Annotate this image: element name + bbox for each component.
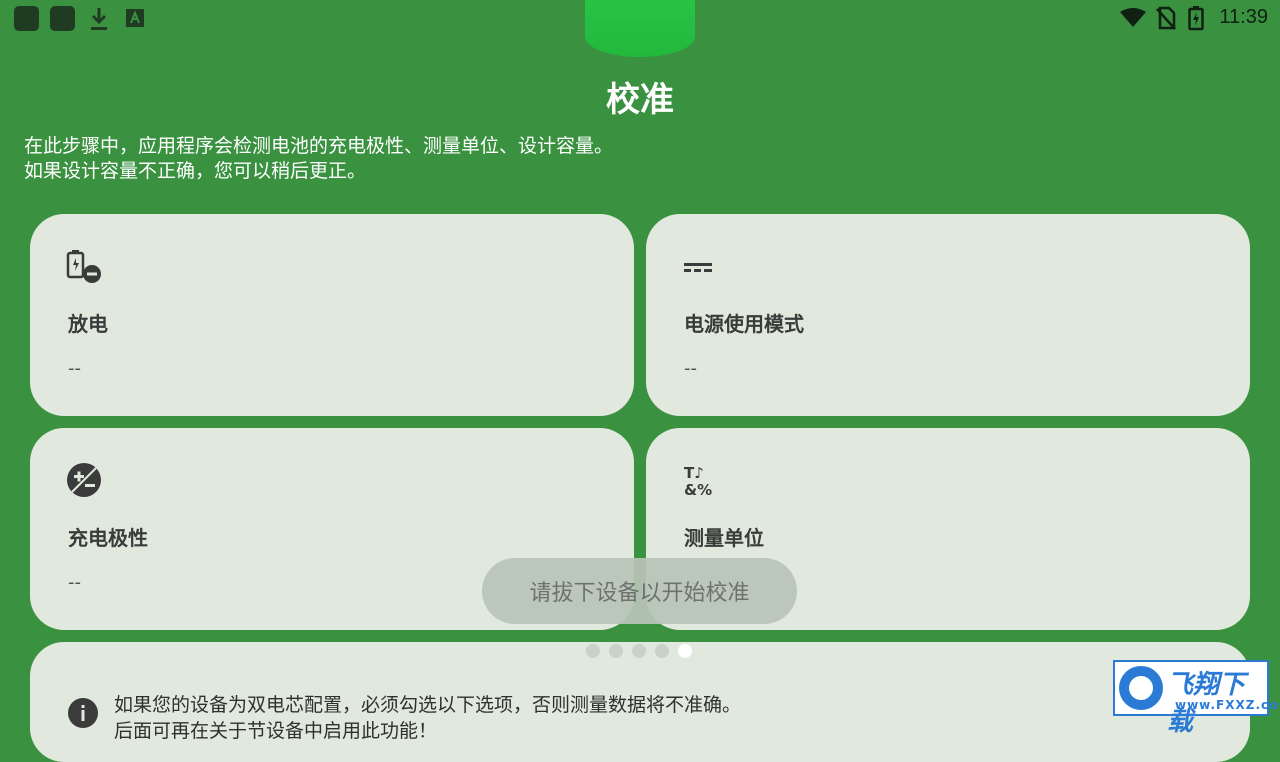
svg-text:T♪: T♪ [684, 464, 704, 482]
svg-text:&%: &% [684, 481, 712, 498]
power-mode-card[interactable]: 电源使用模式 -- [646, 214, 1250, 416]
status-time: 11:39 [1219, 6, 1268, 28]
keyboard-a-icon [126, 9, 144, 27]
card-value: -- [684, 358, 697, 379]
card-title: 放电 [68, 312, 108, 336]
page-dot[interactable] [632, 644, 646, 658]
wifi-icon [1120, 8, 1146, 27]
site-watermark: 飞翔下载 www.FXXZ.com [1113, 660, 1280, 737]
no-sim-icon [1156, 6, 1176, 30]
battery-charging-icon [1188, 6, 1204, 31]
unplug-toast: 请拔下设备以开始校准 [482, 558, 797, 624]
plus-minus-circle-icon [67, 463, 101, 497]
calibration-hero-graphic [585, 0, 695, 57]
page-indicator [586, 644, 692, 658]
info-icon [68, 698, 98, 728]
page-dot[interactable] [609, 644, 623, 658]
page-dot[interactable] [586, 644, 600, 658]
page-title: 校准 [606, 80, 674, 120]
dual-cell-info-card: 如果您的设备为双电芯配置，必须勾选以下选项，否则测量数据将不准确。 后面可再在关… [30, 642, 1250, 762]
card-title: 测量单位 [684, 526, 764, 550]
info-line: 后面可再在关于节设备中启用此功能！ [114, 720, 438, 742]
card-title: 充电极性 [68, 526, 148, 550]
units-symbols-icon: T♪ &% [684, 464, 712, 498]
app-icon [50, 6, 75, 31]
intro-line: 如果设计容量不正确，您可以稍后更正。 [24, 160, 367, 182]
battery-minus-icon [66, 250, 101, 283]
watermark-url: www.FXXZ.com [1175, 698, 1280, 712]
watermark-logo-icon [1119, 666, 1163, 710]
card-value: -- [68, 358, 81, 379]
app-icon [14, 6, 39, 31]
page-dot-active[interactable] [678, 644, 692, 658]
download-icon [91, 8, 107, 30]
intro-line: 在此步骤中，应用程序会检测电池的充电极性、测量单位、设计容量。 [24, 135, 614, 157]
info-text: 如果您的设备为双电芯配置，必须勾选以下选项，否则测量数据将不准确。 后面可再在关… [114, 692, 741, 744]
intro-text: 在此步骤中，应用程序会检测电池的充电极性、测量单位、设计容量。 如果设计容量不正… [24, 134, 613, 184]
card-value: -- [68, 572, 81, 593]
info-line: 如果您的设备为双电芯配置，必须勾选以下选项，否则测量数据将不准确。 [114, 694, 742, 716]
dc-power-icon [684, 263, 712, 272]
page-dot[interactable] [655, 644, 669, 658]
discharge-card[interactable]: 放电 -- [30, 214, 634, 416]
card-title: 电源使用模式 [684, 312, 804, 336]
